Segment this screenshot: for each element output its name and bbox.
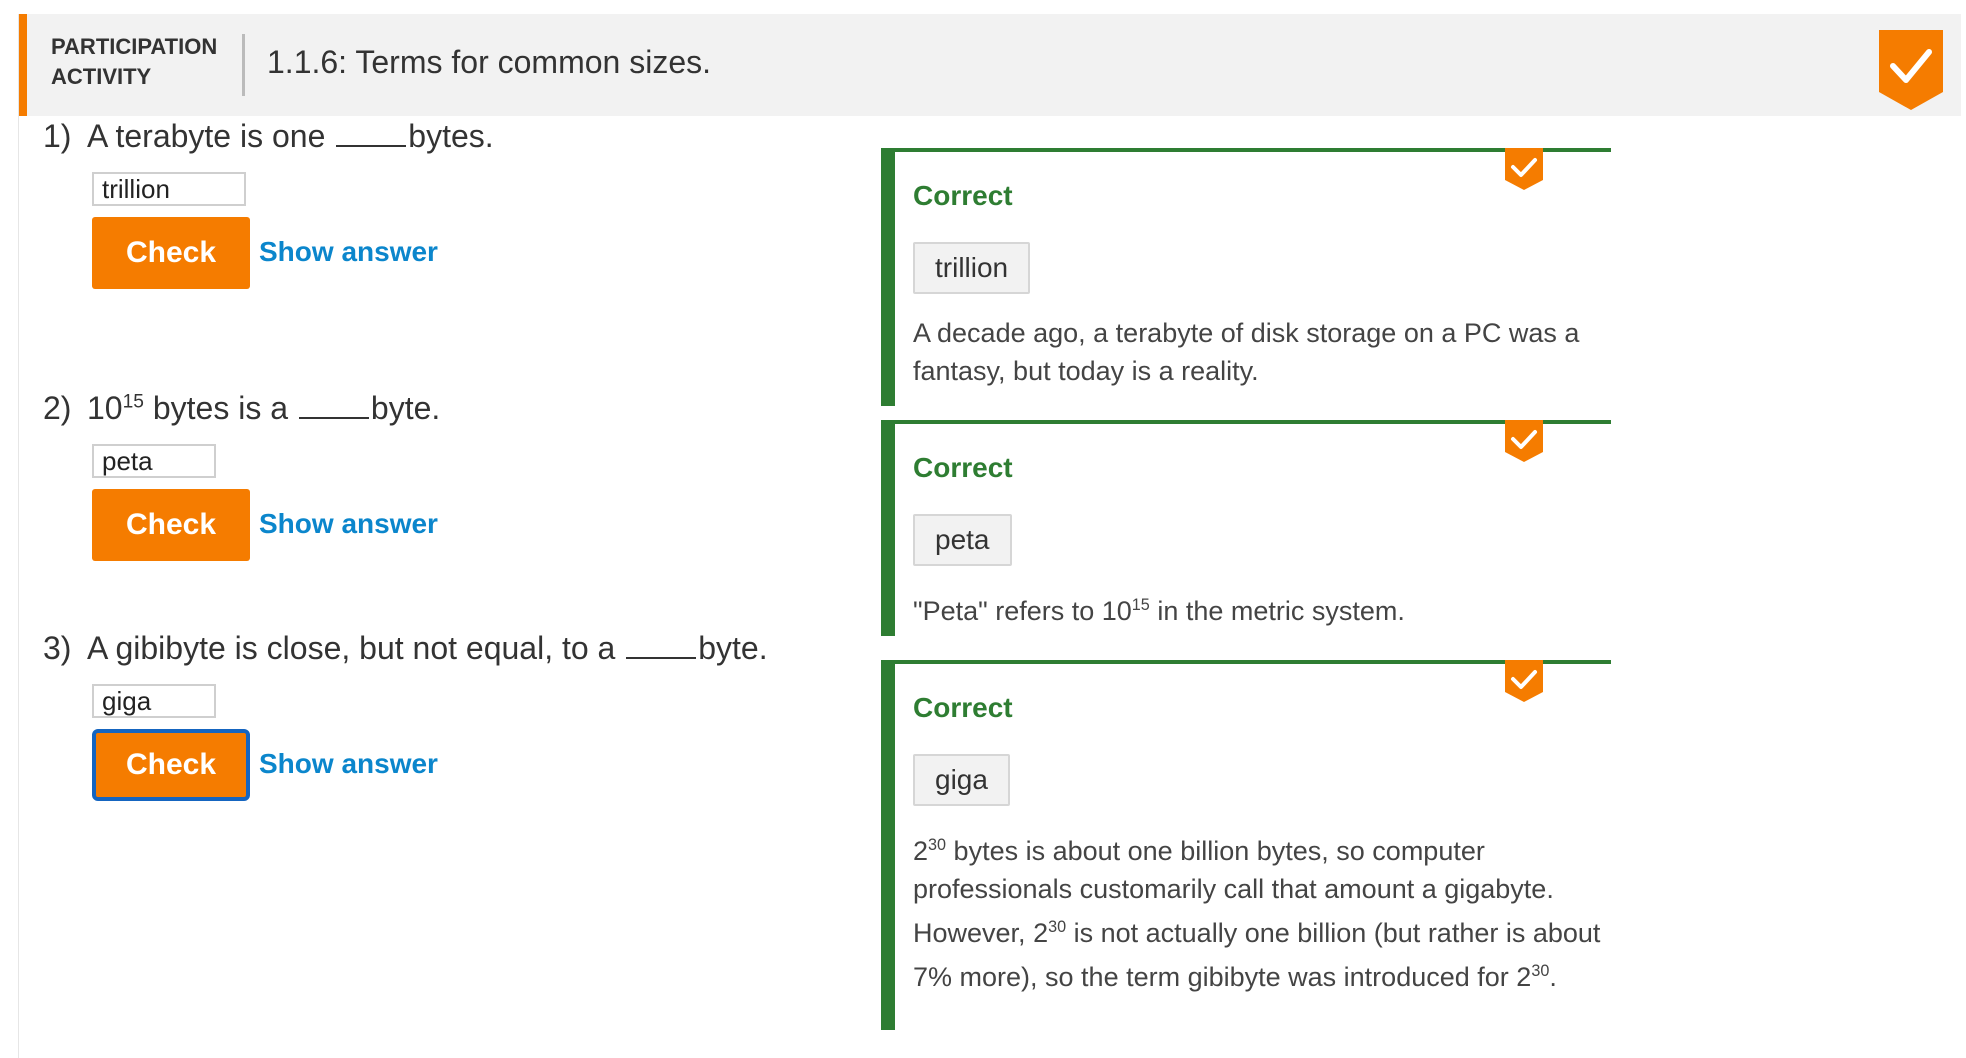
feedback-status: Correct [913,180,1013,211]
feedback-explanation: A decade ago, a terabyte of disk storage… [913,318,1580,386]
check-button-3[interactable]: Check [92,729,250,801]
answer-input-3[interactable] [92,684,216,718]
answer-input-2[interactable] [92,444,216,478]
check-button-2[interactable]: Check [92,489,250,561]
question-number: 1) [43,118,72,154]
activity-type-line1: PARTICIPATION [51,34,218,59]
answer-input-1[interactable] [92,172,246,206]
header-divider [242,34,245,96]
blank-line [626,653,697,659]
feedback-panel-3: Correct giga 230 bytes is about one bill… [881,660,1611,1030]
show-answer-link-3[interactable]: Show answer [259,748,438,780]
feedback-status: Correct [913,452,1013,483]
question-number: 2) [43,390,72,426]
explanation-exponent: 30 [928,836,947,854]
feedback-answer: peta [913,514,1012,566]
question-3-complete-icon [1505,660,1543,702]
activity-type-line2: ACTIVITY [51,64,152,89]
question-2-prompt: 2) 1015 bytes is a byte. [43,390,440,427]
explanation-base: 2 [1516,962,1532,992]
question-1-complete-icon [1505,148,1543,190]
explanation-post: in the metric system. [1149,596,1405,626]
feedback-answer: giga [913,754,1010,806]
feedback-panel-1: Correct trillion A decade ago, a terabyt… [881,148,1611,406]
activity-title: 1.1.6: Terms for common sizes. [267,44,711,80]
feedback-answer: trillion [913,242,1031,294]
feedback-explanation: "Peta" refers to 1015 in the metric syst… [913,586,1613,630]
question-1-prompt: 1) A terabyte is one bytes. [43,118,494,155]
show-answer-link-2[interactable]: Show answer [259,508,438,540]
activity-type-label: PARTICIPATION ACTIVITY [51,32,217,92]
prompt-text-after: byte. [698,630,768,666]
feedback-panel-2: Correct peta "Peta" refers to 1015 in th… [881,420,1611,636]
blank-line [336,141,407,147]
feedback-status: Correct [913,692,1013,723]
feedback-explanation: 230 bytes is about one billion bytes, so… [913,826,1613,996]
explanation-pre: "Peta" refers to 10 [913,596,1132,626]
explanation-text: . [1549,962,1557,992]
question-2-complete-icon [1505,420,1543,462]
prompt-text-before: A terabyte is one [87,118,335,154]
explanation-exponent: 30 [1048,918,1067,936]
show-answer-link-1[interactable]: Show answer [259,236,438,268]
explanation-exponent: 15 [1131,596,1150,614]
blank-line [298,413,369,419]
prompt-text-after: byte. [370,390,441,426]
activity-header: PARTICIPATION ACTIVITY 1.1.6: Terms for … [19,14,1961,116]
question-3-prompt: 3) A gibibyte is close, but not equal, to… [43,630,768,667]
explanation-exponent: 30 [1531,962,1550,980]
prompt-text-after: bytes. [408,118,494,154]
prompt-text-before: A gibibyte is close, but not equal, to a [87,630,625,666]
activity-complete-check-icon [1879,30,1943,110]
explanation-base: 2 [913,836,929,866]
participation-activity-card: PARTICIPATION ACTIVITY 1.1.6: Terms for … [18,14,1961,1058]
question-number: 3) [43,630,72,666]
check-button-1[interactable]: Check [92,217,250,289]
explanation-base: 2 [1033,918,1049,948]
prompt-base: 10 [87,390,123,426]
prompt-text-before: bytes is a [143,390,297,426]
prompt-exponent: 15 [122,391,144,413]
